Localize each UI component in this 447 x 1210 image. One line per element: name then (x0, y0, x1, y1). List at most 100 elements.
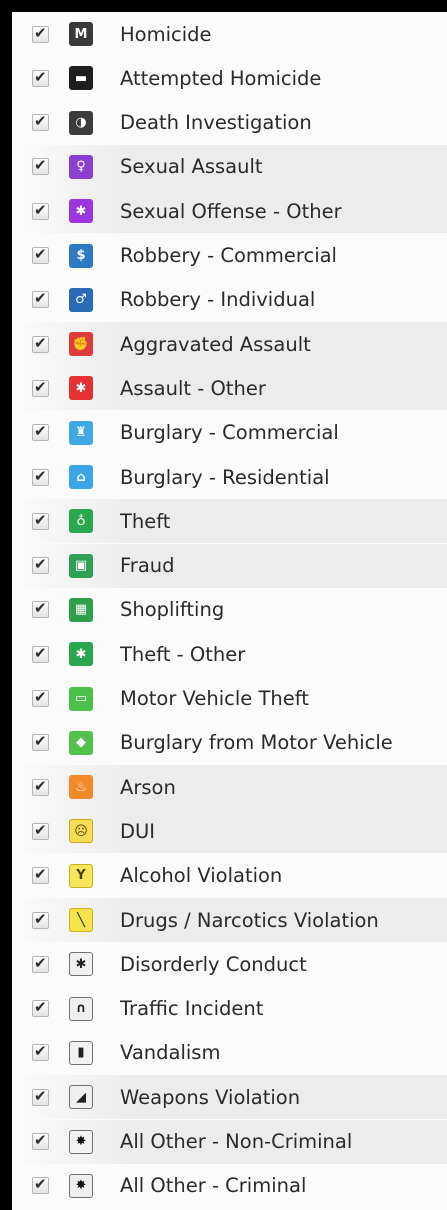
filter-row-theft[interactable]: ♁ Theft (12, 499, 447, 544)
filter-label: Burglary - Commercial (120, 421, 339, 445)
checkbox-shoplifting[interactable] (32, 599, 49, 619)
checkbox-assault-other[interactable] (32, 378, 49, 397)
filter-label: Assault - Other (120, 376, 266, 400)
filter-label: Death Investigation (120, 111, 312, 135)
checkbox-weapons-violation[interactable] (32, 1087, 49, 1106)
checkbox-dui[interactable] (32, 821, 49, 840)
checkbox-vandalism[interactable] (32, 1042, 49, 1062)
robbery-individual-icon: ♂ (69, 287, 93, 312)
filter-label: Drugs / Narcotics Violation (120, 908, 379, 932)
filter-row-attempted-homicide[interactable]: ▬ Attempted Homicide (12, 56, 447, 100)
filter-label: Sexual Assault (120, 155, 263, 179)
filter-row-homicide[interactable]: M Homicide (12, 12, 447, 56)
checkbox-drugs-narcotics-violation[interactable] (32, 910, 49, 929)
filter-label: Attempted Homicide (120, 66, 322, 90)
filter-row-aggravated-assault[interactable]: ✊ Aggravated Assault (12, 322, 447, 367)
checkbox-disorderly-conduct[interactable] (32, 954, 49, 973)
checkbox-burglary-from-motor-vehicle[interactable] (32, 732, 49, 752)
filter-label: Homicide (120, 22, 212, 46)
filter-label: Alcohol Violation (120, 864, 283, 888)
burglary-residential-icon: ⌂ (69, 465, 93, 489)
filter-row-sexual-assault[interactable]: ♀ Sexual Assault (12, 144, 447, 189)
filter-row-traffic-incident[interactable]: ∩ Traffic Incident (12, 987, 447, 1031)
filter-label: Weapons Violation (120, 1085, 301, 1109)
checkbox-alcohol-violation[interactable] (32, 865, 49, 885)
filter-row-death-investigation[interactable]: ◑ Death Investigation (12, 101, 447, 145)
filter-label: Arson (120, 775, 176, 799)
checkbox-all-other-non-criminal[interactable] (32, 1131, 49, 1150)
filter-label: Theft - Other (120, 642, 246, 666)
checkbox-theft[interactable] (32, 511, 49, 530)
all-other-non-criminal-icon: ✸ (69, 1129, 93, 1154)
filter-row-robbery-individual[interactable]: ♂ Robbery - Individual (12, 278, 447, 322)
filter-label: Fraud (120, 554, 175, 578)
traffic-incident-icon: ∩ (69, 996, 93, 1021)
filter-row-robbery-commercial[interactable]: $ Robbery - Commercial (12, 234, 447, 278)
alcohol-violation-icon: Y (69, 863, 93, 888)
filter-label: Aggravated Assault (120, 332, 311, 356)
checkbox-death-investigation[interactable] (32, 112, 49, 132)
fraud-icon: ▣ (69, 553, 93, 578)
filter-label: Burglary from Motor Vehicle (120, 731, 393, 755)
filter-row-weapons-violation[interactable]: ◢ Weapons Violation (12, 1075, 447, 1120)
arson-icon: ♨ (69, 775, 93, 800)
filter-row-shoplifting[interactable]: ▦ Shoplifting (12, 588, 447, 632)
filter-row-assault-other[interactable]: ✱ Assault - Other (12, 366, 447, 411)
weapons-violation-icon: ◢ (69, 1085, 93, 1110)
checkbox-burglary-commercial[interactable] (32, 422, 49, 442)
filter-row-burglary-residential[interactable]: ⌂ Burglary - Residential (12, 455, 447, 499)
checkbox-homicide[interactable] (32, 24, 49, 43)
filter-row-theft-other[interactable]: ✱ Theft - Other (12, 632, 447, 676)
vandalism-icon: ▮ (69, 1040, 93, 1065)
theft-other-icon: ✱ (69, 642, 93, 667)
checkbox-all-other-criminal[interactable] (32, 1175, 49, 1195)
crime-type-filter-list: M Homicide ▬ Attempted Homicide ◑ Death Inves… (12, 12, 447, 1210)
disorderly-conduct-icon: ✱ (69, 952, 93, 977)
filter-label: Vandalism (120, 1041, 221, 1065)
checkbox-robbery-individual[interactable] (32, 289, 49, 309)
filter-row-dui[interactable]: ☹ DUI (12, 809, 447, 854)
filter-label: Burglary - Residential (120, 465, 330, 489)
assault-other-icon: ✱ (69, 376, 93, 401)
filter-row-burglary-from-motor-vehicle[interactable]: ◆ Burglary from Motor Vehicle (12, 721, 447, 765)
theft-icon: ♁ (69, 509, 93, 534)
drugs-narcotics-violation-icon: ╲ (69, 908, 93, 932)
checkbox-aggravated-assault[interactable] (32, 334, 49, 353)
sexual-offense-other-icon: ✱ (69, 199, 93, 224)
filter-label: Shoplifting (120, 598, 225, 622)
filter-row-arson[interactable]: ♨ Arson (12, 765, 447, 810)
filter-row-fraud[interactable]: ▣ Fraud (12, 543, 447, 588)
death-investigation-icon: ◑ (69, 110, 93, 135)
filter-label: Traffic Incident (120, 997, 264, 1021)
filter-row-all-other-criminal[interactable]: ✸ All Other - Criminal (12, 1164, 447, 1208)
checkbox-attempted-homicide[interactable] (32, 68, 49, 87)
checkbox-sexual-assault[interactable] (32, 156, 49, 176)
checkbox-burglary-residential[interactable] (32, 467, 49, 486)
aggravated-assault-icon: ✊ (69, 332, 93, 357)
checkbox-arson[interactable] (32, 777, 49, 796)
filter-row-disorderly-conduct[interactable]: ✱ Disorderly Conduct (12, 942, 447, 986)
filter-row-motor-vehicle-theft[interactable]: ▭ Motor Vehicle Theft (12, 677, 447, 721)
filter-row-vandalism[interactable]: ▮ Vandalism (12, 1031, 447, 1075)
checkbox-fraud[interactable] (32, 555, 49, 575)
filter-label: All Other - Criminal (120, 1174, 307, 1198)
burglary-from-motor-vehicle-icon: ◆ (69, 730, 93, 755)
checkbox-robbery-commercial[interactable] (32, 245, 49, 264)
checkbox-motor-vehicle-theft[interactable] (32, 688, 49, 707)
sexual-assault-icon: ♀ (69, 154, 93, 179)
filter-row-all-other-non-criminal[interactable]: ✸ All Other - Non-Criminal (12, 1119, 447, 1164)
filter-label: Motor Vehicle Theft (120, 687, 309, 710)
checkbox-sexual-offense-other[interactable] (32, 201, 49, 220)
filter-row-alcohol-violation[interactable]: Y Alcohol Violation (12, 854, 447, 898)
filter-label: Robbery - Commercial (120, 244, 337, 267)
robbery-commercial-icon: $ (69, 243, 93, 268)
filter-row-drugs-narcotics-violation[interactable]: ╲ Drugs / Narcotics Violation (12, 898, 447, 942)
homicide-icon: M (69, 22, 93, 46)
checkbox-theft-other[interactable] (32, 644, 49, 663)
checkbox-traffic-incident[interactable] (32, 998, 49, 1018)
dui-icon: ☹ (69, 819, 93, 844)
filter-row-burglary-commercial[interactable]: ♜ Burglary - Commercial (12, 411, 447, 455)
filter-label: Sexual Offense - Other (120, 199, 342, 223)
filter-row-sexual-offense-other[interactable]: ✱ Sexual Offense - Other (12, 189, 447, 234)
filter-label: Robbery - Individual (120, 288, 316, 312)
